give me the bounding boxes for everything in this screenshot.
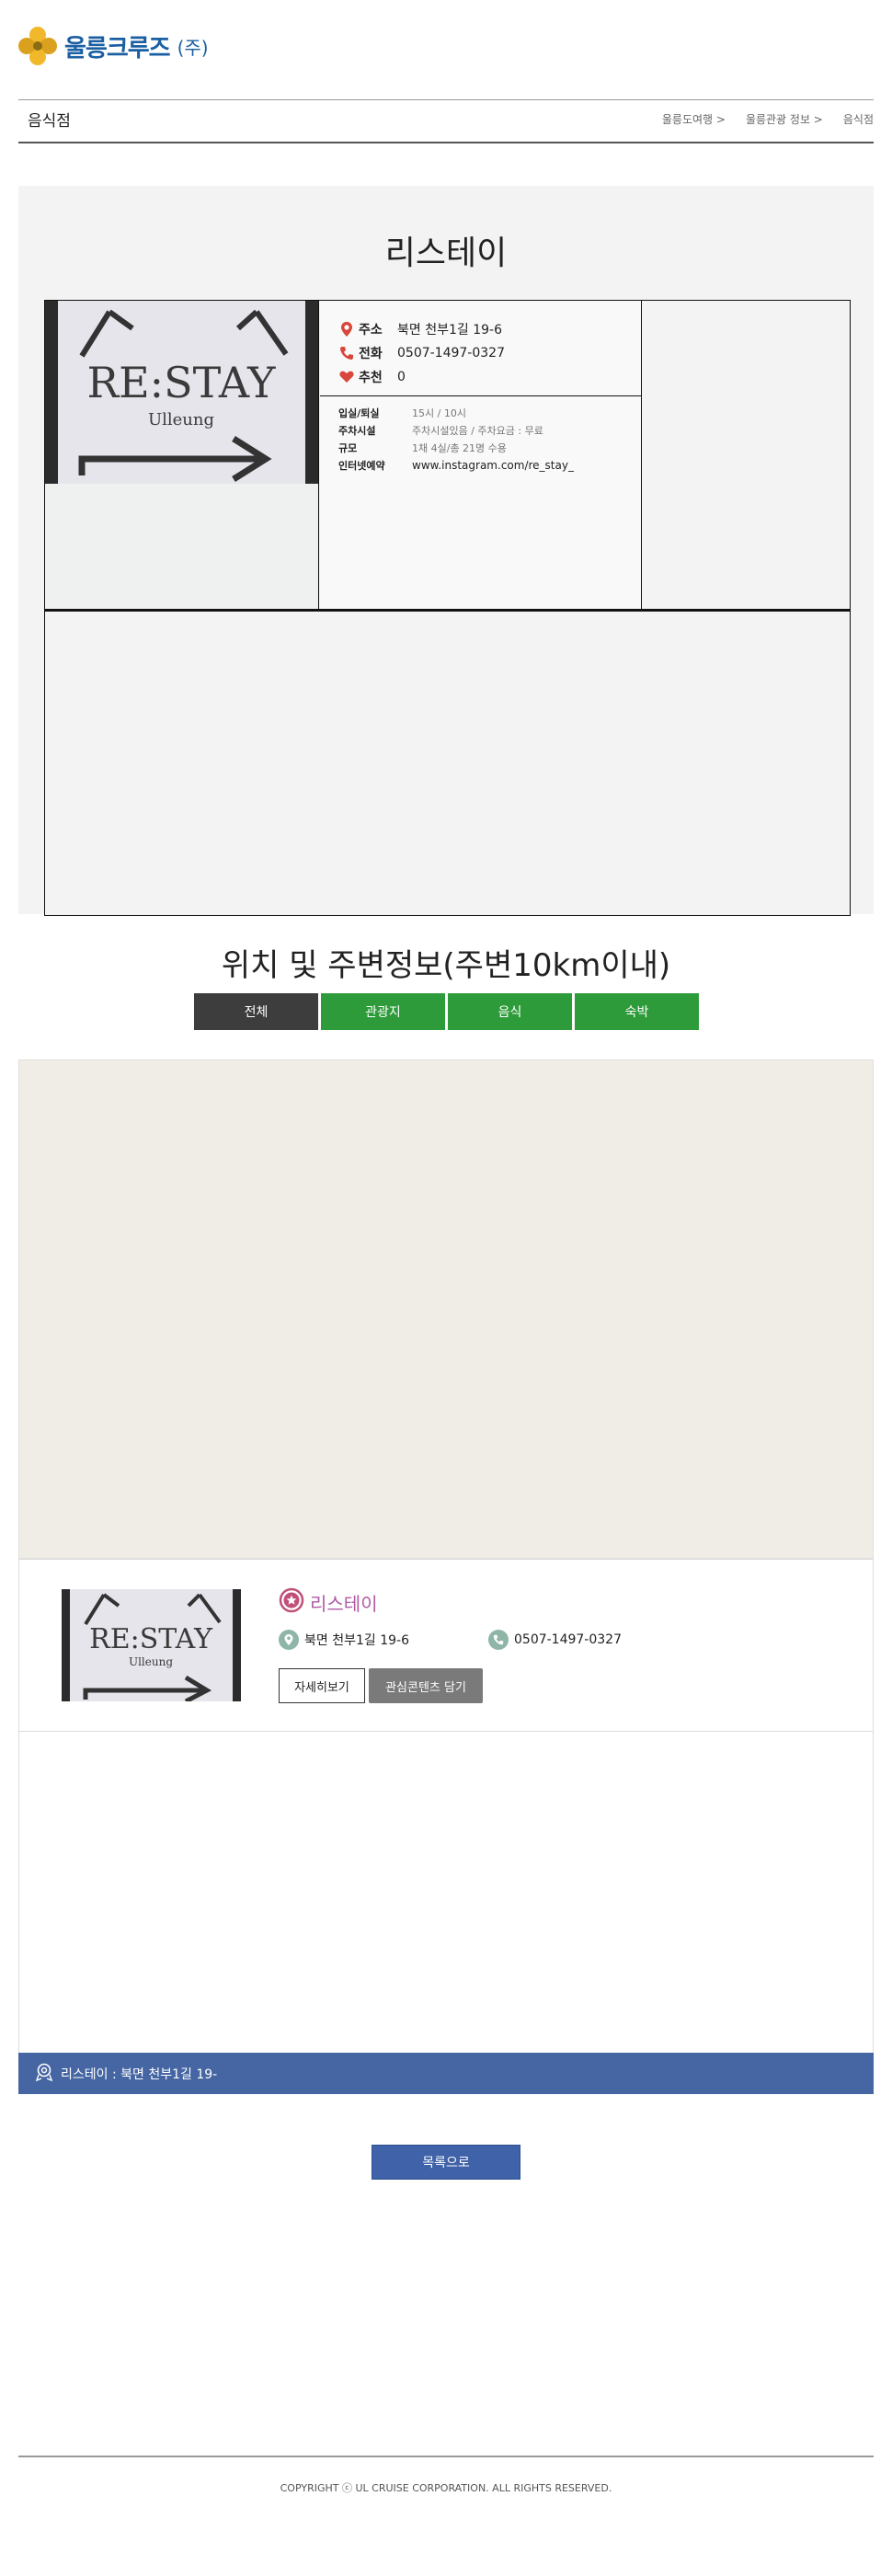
detail-value: 1채 4실/총 21명 수용 [412, 441, 507, 454]
card-title[interactable]: 리스테이 [310, 1589, 378, 1616]
detail-key: 입실/퇴실 [338, 406, 380, 419]
breadcrumb-item[interactable]: 울릉도여행 > [662, 111, 726, 127]
back-to-list-button[interactable]: 목록으로 [372, 2145, 520, 2180]
info-box: RE:STAY Ulleung 주소 북면 천부1길 19-6 전화 0507-… [44, 300, 851, 610]
detail-row: 규모 1채 4실/총 21명 수용 [338, 439, 641, 456]
contact-info: 주소 북면 천부1길 19-6 전화 0507-1497-0327 추천 0 [320, 301, 641, 396]
detail-value: 15시 / 10시 [412, 406, 466, 419]
map-area[interactable] [18, 1059, 874, 1559]
detail-row: 주차시설 주차시설있음 / 주차요금 : 무료 [338, 421, 641, 439]
sign-text: RE:STAY [86, 358, 276, 407]
detail-row: 입실/퇴실 15시 / 10시 [338, 404, 641, 421]
detail-key: 인터넷예약 [338, 459, 385, 472]
flower-logo-icon [15, 23, 61, 69]
footer-divider [18, 2456, 874, 2457]
info-row-phone: 전화 0507-1497-0327 [338, 341, 641, 365]
pin-icon [279, 1630, 299, 1650]
card-phone-text[interactable]: 0507-1497-0327 [514, 1632, 622, 1647]
detail-value: 주차시설있음 / 주차요금 : 무료 [412, 424, 543, 437]
info-label: 추천 [359, 371, 383, 385]
add-favorite-button[interactable]: 관심콘텐츠 담기 [369, 1668, 483, 1703]
address-value: 북면 천부1길 19-6 [397, 323, 502, 338]
location-badge-icon [35, 2062, 53, 2086]
tab-all[interactable]: 전체 [194, 993, 318, 1030]
heart-icon [338, 369, 355, 385]
breadcrumb-item[interactable]: 울릉관광 정보 > [746, 111, 823, 127]
site-logo[interactable]: 울릉크루즈 (주) [15, 23, 212, 69]
detail-section: 리스테이 RE:STAY Ulleung 주소 북면 천부1길 19-6 전화 … [18, 186, 874, 916]
sign-text: RE:STAY [89, 1623, 213, 1655]
category-bar: 음식점 울릉도여행 > 울릉관광 정보 > 음식점 [18, 99, 874, 143]
location-title: 위치 및 주변정보(주변10km이내) [221, 947, 671, 984]
phone-value[interactable]: 0507-1497-0327 [397, 346, 505, 361]
tab-food[interactable]: 음식 [448, 993, 572, 1030]
side-column [643, 301, 850, 609]
logo-text: 울릉크루즈 [64, 34, 171, 63]
breadcrumb-item[interactable]: 음식점 [843, 111, 874, 127]
photo-column: RE:STAY Ulleung [45, 301, 319, 609]
info-row-address: 주소 북면 천부1길 19-6 [338, 317, 641, 341]
sign-subtext: Ulleung [129, 1655, 173, 1668]
breadcrumb: 울릉도여행 > 울릉관광 정보 > 음식점 [662, 111, 874, 127]
detail-info: 입실/퇴실 15시 / 10시 주차시설 주차시설있음 / 주차요금 : 무료 … [320, 396, 641, 474]
phone-icon [488, 1630, 509, 1650]
address-bar-text: 리스테이 : 북면 천부1길 19- [61, 2067, 218, 2082]
info-row-recommend: 추천 0 [338, 365, 641, 389]
info-column: 주소 북면 천부1길 19-6 전화 0507-1497-0327 추천 0 입… [320, 301, 642, 609]
card-address: 북면 천부1길 19-6 [279, 1630, 409, 1650]
tab-attractions[interactable]: 관광지 [321, 993, 445, 1030]
category-title: 음식점 [28, 112, 71, 131]
card-photo: RE:STAY Ulleung [62, 1589, 241, 1701]
card-phone: 0507-1497-0327 [488, 1630, 622, 1650]
detail-key: 주차시설 [338, 424, 376, 437]
location-tabs: 전체 관광지 음식 숙박 [194, 993, 699, 1030]
info-label: 주소 [359, 323, 383, 338]
sign-subtext: Ulleung [148, 410, 214, 429]
recommend-count: 0 [397, 370, 406, 384]
detail-row: 인터넷예약 www.instagram.com/re_stay_ [338, 456, 641, 474]
detail-key: 규모 [338, 441, 358, 454]
address-bar: 리스테이 : 북면 천부1길 19- [18, 2053, 874, 2094]
view-details-button[interactable]: 자세히보기 [279, 1668, 365, 1703]
place-card: RE:STAY Ulleung 리스테이 북면 천부1길 19-6 0507-1… [18, 1559, 874, 1732]
logo-suffix: (주) [177, 36, 209, 59]
star-badge-icon [279, 1587, 304, 1618]
phone-icon [338, 345, 355, 361]
place-photo: RE:STAY Ulleung [45, 301, 318, 484]
card-name: 리스테이 [279, 1587, 378, 1618]
reservation-link[interactable]: www.instagram.com/re_stay_ [412, 459, 574, 472]
detail-description-box [44, 609, 851, 916]
tab-lodging[interactable]: 숙박 [575, 993, 699, 1030]
card-address-text: 북면 천부1길 19-6 [304, 1633, 409, 1648]
info-label: 전화 [359, 347, 383, 361]
page-title: 리스테이 [384, 235, 508, 272]
pin-icon [338, 321, 355, 338]
empty-content-area [18, 1732, 874, 2053]
copyright: COPYRIGHT ⓒ UL CRUISE CORPORATION. ALL R… [280, 2482, 612, 2494]
